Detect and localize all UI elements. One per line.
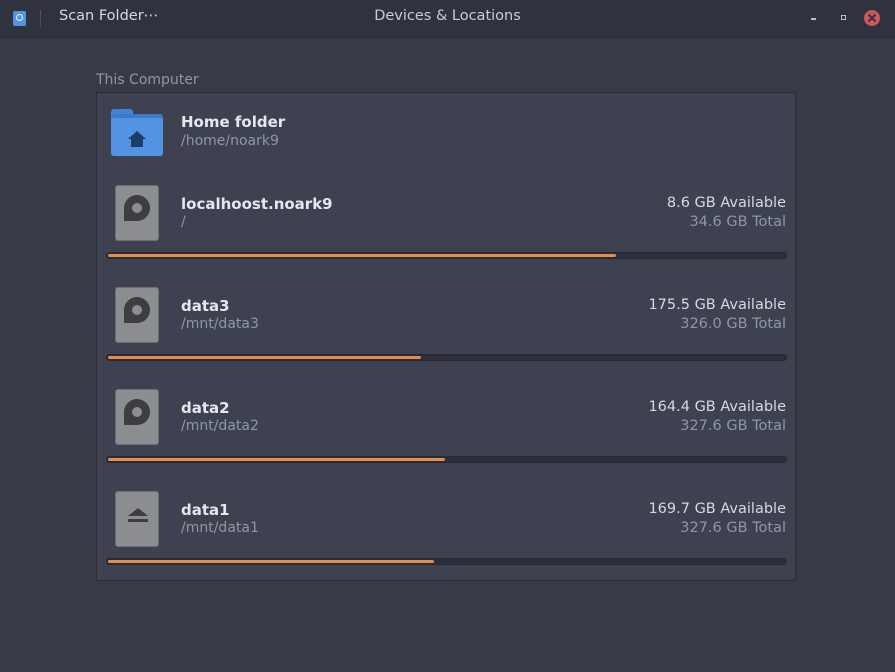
harddisk-icon — [115, 389, 159, 445]
title-bar: Scan Folder⋯ Devices & Locations — [0, 0, 895, 38]
usage-bar-fill — [108, 254, 616, 257]
device-row[interactable]: localhoost.noark9 / 8.6 GB Available 34.… — [97, 175, 795, 277]
device-row[interactable]: data1 /mnt/data1 169.7 GB Available 327.… — [97, 481, 795, 580]
eject-drive-icon[interactable] — [115, 491, 159, 547]
total-space: 326.0 GB Total — [680, 316, 786, 332]
device-path: /mnt/data1 — [181, 520, 259, 536]
minimize-icon[interactable] — [806, 10, 822, 26]
section-label: This Computer — [96, 72, 199, 88]
usage-bar-fill — [108, 560, 434, 563]
home-folder-row[interactable]: Home folder /home/noark9 — [97, 93, 795, 175]
locations-list: Home folder /home/noark9 localhoost.noar… — [96, 92, 796, 581]
usage-bar — [106, 252, 787, 259]
device-path: /mnt/data2 — [181, 418, 259, 434]
harddisk-icon — [115, 287, 159, 343]
close-icon[interactable] — [864, 10, 880, 26]
available-space: 8.6 GB Available — [666, 195, 786, 211]
maximize-icon[interactable] — [835, 10, 851, 26]
device-name: data3 — [181, 297, 230, 315]
location-name: Home folder — [181, 113, 286, 131]
harddisk-icon — [115, 185, 159, 241]
available-space: 169.7 GB Available — [648, 501, 786, 517]
usage-bar — [106, 354, 787, 361]
total-space: 327.6 GB Total — [680, 520, 786, 536]
device-name: data2 — [181, 399, 230, 417]
usage-bar — [106, 558, 787, 565]
device-row[interactable]: data2 /mnt/data2 164.4 GB Available 327.… — [97, 379, 795, 481]
home-folder-icon — [111, 109, 163, 156]
device-name: localhoost.noark9 — [181, 195, 333, 213]
usage-bar — [106, 456, 787, 463]
device-name: data1 — [181, 501, 230, 519]
window-title: Devices & Locations — [374, 8, 521, 24]
total-space: 327.6 GB Total — [680, 418, 786, 434]
location-path: /home/noark9 — [181, 133, 279, 149]
available-space: 164.4 GB Available — [648, 399, 786, 415]
usage-bar-fill — [108, 356, 421, 359]
total-space: 34.6 GB Total — [689, 214, 786, 230]
available-space: 175.5 GB Available — [648, 297, 786, 313]
device-row[interactable]: data3 /mnt/data3 175.5 GB Available 326.… — [97, 277, 795, 379]
device-path: /mnt/data3 — [181, 316, 259, 332]
device-path: / — [181, 214, 186, 230]
usage-bar-fill — [108, 458, 445, 461]
